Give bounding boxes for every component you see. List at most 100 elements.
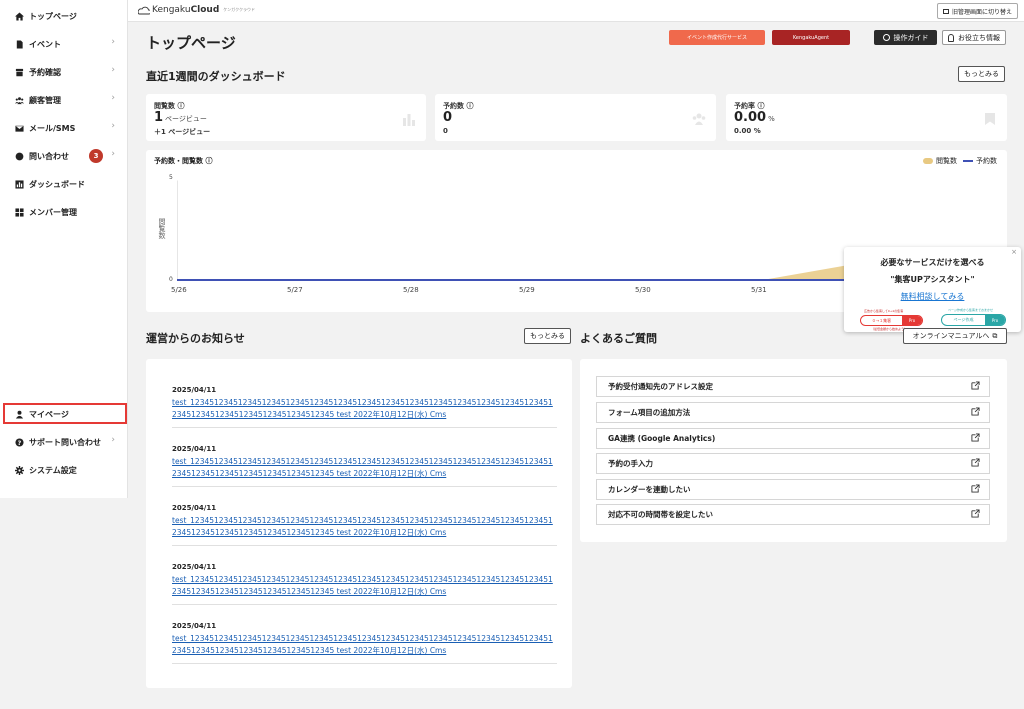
faq-card: 予約受付通知先のアドレス設定 フォーム項目の追加方法 GA連携 (Google …	[580, 359, 1007, 542]
stat-value: 1 ページビュー	[154, 110, 207, 125]
faq-item[interactable]: GA連携 (Google Analytics)	[596, 428, 990, 449]
external-link-icon	[971, 381, 980, 390]
series-area-views	[177, 260, 873, 281]
stat-change: 0	[443, 127, 448, 135]
sidebar-item-settings[interactable]: システム設定	[14, 461, 117, 479]
faq-item[interactable]: フォーム項目の追加方法	[596, 402, 990, 423]
news-link[interactable]: test_12345123451234512345123451234512345…	[172, 456, 557, 480]
sidebar-item-label: ダッシュボード	[29, 179, 85, 189]
info-icon: ⓘ	[466, 102, 474, 110]
promo-service-name: "集客UPアシスタント"	[890, 275, 975, 284]
online-manual-button[interactable]: オンラインマニュアルへ ⧉	[903, 328, 1007, 344]
sidebar-item-support[interactable]: ? サポート問い合わせ ›	[14, 433, 117, 451]
sidebar-item-event[interactable]: イベント ›	[14, 35, 117, 53]
sidebar-item-label: 問い合わせ	[29, 151, 69, 161]
free-consultation-link[interactable]: 無料相談してみる	[844, 291, 1021, 302]
operation-guide-label: 操作ガイド	[893, 33, 929, 42]
sidebar-item-mail[interactable]: メール/SMS ›	[14, 119, 117, 137]
compass-icon	[882, 34, 890, 41]
dashboard-title: 直近1週間のダッシュボード	[146, 70, 286, 83]
app-logo[interactable]: Kengaku Cloud ケンガククラウド	[138, 5, 255, 15]
sidebar-item-top[interactable]: トップページ	[14, 7, 117, 25]
news-link[interactable]: test_12345123451234512345123451234512345…	[172, 574, 557, 598]
news-link[interactable]: test_12345123451234512345123451234512345…	[172, 397, 557, 421]
news-item: 2025/04/11 test_123451234512345123451234…	[172, 622, 557, 664]
y-axis-label: 閲覧数	[158, 218, 166, 239]
legend-swatch-reservations	[963, 160, 973, 162]
news-date: 2025/04/11	[172, 622, 217, 630]
x-tick-label: 5/30	[635, 286, 651, 294]
sidebar-item-mypage[interactable]: マイページ	[14, 405, 117, 423]
sidebar-item-inquiry[interactable]: 問い合わせ 3 ›	[14, 147, 117, 165]
chevron-right-icon: ›	[111, 435, 115, 445]
chart-title: 予約数・閲覧数 ⓘ	[154, 157, 213, 165]
pill-tag: Pro	[902, 316, 922, 325]
faq-item[interactable]: カレンダーを連動したい	[596, 479, 990, 500]
sidebar-item-label: 顧客管理	[29, 95, 61, 105]
y-tick-label: 0	[169, 276, 173, 283]
news-card: 2025/04/11 test_123451234512345123451234…	[146, 359, 572, 688]
promo-pill-page-creation[interactable]: ページ作成 Pro	[941, 314, 1006, 326]
switch-old-admin-label: 旧管理画面に切り替え	[951, 8, 1012, 16]
legend-label-reservations: 予約数	[976, 157, 997, 165]
legend-swatch-views	[923, 158, 933, 164]
chevron-right-icon: ›	[111, 149, 115, 159]
news-link[interactable]: test_12345123451234512345123451234512345…	[172, 633, 557, 657]
chat-icon	[14, 151, 24, 161]
home-icon	[14, 11, 24, 21]
help-icon: ?	[14, 437, 24, 447]
sidebar-item-customers[interactable]: 顧客管理 ›	[14, 91, 117, 109]
switch-old-admin-button[interactable]: 旧管理画面に切り替え	[936, 3, 1018, 19]
faq-item[interactable]: 予約の手入力	[596, 453, 990, 474]
useful-info-button[interactable]: お役立ち情報	[942, 30, 1006, 45]
stat-value: 0.00%	[734, 110, 775, 125]
stat-change: ＋1 ページビュー	[154, 128, 211, 136]
sidebar-item-members[interactable]: メンバー管理	[14, 203, 117, 221]
kengaku-agent-button[interactable]: KengakuAgent	[772, 30, 850, 45]
faq-label: 予約受付通知先のアドレス設定	[608, 382, 713, 391]
chevron-right-icon: ›	[111, 121, 115, 131]
faq-title: よくあるご質問	[580, 332, 657, 345]
promo-note: 広告から集客して0→1の集客	[864, 309, 904, 313]
external-link-icon	[971, 458, 980, 467]
faq-item[interactable]: 予約受付通知先のアドレス設定	[596, 376, 990, 397]
faq-label: 対応不可の時間帯を設定したい	[608, 510, 713, 519]
inbox-icon	[14, 67, 24, 77]
close-icon[interactable]: ×	[1011, 248, 1017, 256]
sidebar-item-label: マイページ	[29, 409, 69, 419]
info-icon: ⓘ	[177, 102, 185, 110]
event-service-button[interactable]: イベント作成代行サービス	[669, 30, 765, 45]
page-title: トップページ	[146, 34, 236, 52]
promo-pill-acquisition[interactable]: ０→１集客 Pro	[860, 315, 923, 326]
app-root: トップページ イベント › 予約確認 › 顧客管理 › メール/SMS › 問い…	[0, 0, 1024, 709]
news-more-button[interactable]: もっとみる	[524, 328, 571, 344]
dashboard-more-button[interactable]: もっとみる	[958, 66, 1005, 82]
notification-badge: 3	[89, 149, 103, 163]
faq-item[interactable]: 対応不可の時間帯を設定したい	[596, 504, 990, 525]
x-tick-label: 5/28	[403, 286, 419, 294]
news-date: 2025/04/11	[172, 445, 217, 453]
lightbulb-icon	[948, 33, 954, 42]
news-title: 運営からのお知らせ	[146, 332, 245, 345]
sidebar-item-label: システム設定	[29, 465, 77, 475]
sidebar-item-label: メール/SMS	[29, 123, 76, 133]
sidebar-item-label: トップページ	[29, 11, 77, 21]
news-link[interactable]: test_12345123451234512345123451234512345…	[172, 515, 557, 539]
y-tick-label: 5	[169, 174, 173, 181]
external-link-icon	[971, 407, 980, 416]
grid-icon	[14, 207, 24, 217]
info-icon: ⓘ	[205, 157, 213, 165]
logo-text: Kengaku	[152, 5, 191, 15]
sidebar-item-dashboard[interactable]: ダッシュボード	[14, 175, 117, 193]
x-tick-label: 5/26	[171, 286, 187, 294]
top-bar: Kengaku Cloud ケンガククラウド 旧管理画面に切り替え	[128, 0, 1024, 22]
stat-card-rate: 予約率 ⓘ 0.00% 0.00 %	[726, 94, 1007, 141]
cloud-icon	[138, 6, 150, 14]
promo-note: ページ作成から集客までおまかせ	[948, 308, 993, 312]
sidebar-item-reservation[interactable]: 予約確認 ›	[14, 63, 117, 81]
sidebar: トップページ イベント › 予約確認 › 顧客管理 › メール/SMS › 問い…	[0, 0, 128, 498]
operation-guide-button[interactable]: 操作ガイド	[874, 30, 937, 45]
mail-icon	[14, 123, 24, 133]
pill-label: ０→１集客	[871, 317, 892, 323]
promo-headline: 必要なサービスだけを選べる	[880, 258, 985, 267]
